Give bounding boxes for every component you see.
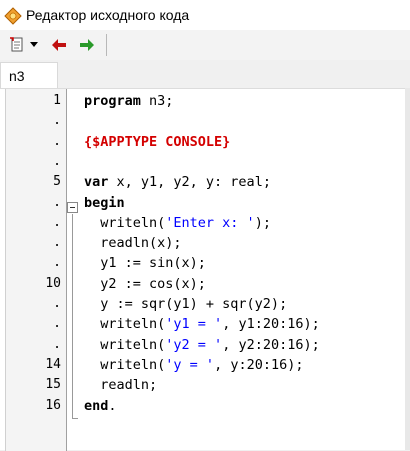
line-number-gutter: 1... 5.... 10... 14 15 16 (5, 89, 66, 451)
code-line: {$APPTYPE CONSOLE} (84, 132, 230, 152)
forward-button[interactable] (78, 35, 96, 55)
code-token: , y2:20:16); (222, 336, 320, 353)
chevron-down-icon (30, 42, 38, 47)
code-token: var (84, 174, 109, 191)
code-token: , y:20:16); (214, 356, 304, 373)
gutter-separator (66, 89, 67, 451)
code-token: {$APPTYPE CONSOLE} (84, 133, 231, 150)
arrow-left-icon (52, 39, 66, 51)
line-number: 14 (45, 356, 61, 372)
back-button[interactable] (50, 35, 68, 55)
code-token: 'Enter x: ' (165, 214, 255, 231)
code-token: writeln( (84, 214, 166, 231)
line-number: . (53, 296, 61, 311)
tab-label: n3 (9, 68, 25, 84)
line-number: . (53, 133, 61, 149)
code-token: readln; (84, 377, 158, 394)
code-token: writeln( (84, 316, 166, 333)
line-number: . (53, 255, 61, 271)
code-editor[interactable]: 1... 5.... 10... 14 15 16 program n3; {$APPTYP… (0, 88, 410, 451)
line-number: . (53, 153, 61, 169)
toolbar (0, 30, 410, 60)
code-token: readln(x); (84, 235, 182, 252)
code-line: y1 := sin(x); (84, 253, 206, 273)
new-file-icon (10, 37, 23, 52)
code-token: begin (84, 194, 125, 211)
tab-n3[interactable]: n3 (0, 62, 58, 88)
code-line: var x, y1, y2, y: real; (84, 172, 271, 192)
code-line: y2 := cos(x); (84, 274, 206, 294)
code-token: 'y1 = ' (165, 316, 223, 333)
vertical-scrollbar[interactable] (405, 88, 410, 450)
window-title: Редактор исходного кода (26, 7, 190, 23)
code-token: y := sqr(y1) + sqr(y2); (84, 296, 288, 312)
code-token: y1 := sin(x); (84, 255, 206, 272)
code-token: n3; (140, 93, 174, 109)
line-number: 5 (53, 174, 61, 190)
line-number: 15 (45, 377, 61, 393)
code-token: ); (254, 214, 271, 231)
line-number: . (53, 336, 61, 352)
title-bar: Редактор исходного кода (0, 0, 410, 30)
arrow-right-icon (80, 39, 94, 51)
new-file-dropdown-button[interactable] (8, 35, 40, 55)
code-line: writeln('y2 = ', y2:20:16); (84, 335, 320, 355)
code-line: readln(x); (84, 233, 182, 253)
code-line: begin (84, 193, 125, 213)
code-token: , y1:20:16); (222, 316, 320, 333)
code-line: writeln('y = ', y:20:16); (84, 355, 303, 375)
code-token: writeln( (84, 336, 166, 353)
code-token: 'y = ' (165, 356, 215, 373)
code-token: end (84, 397, 109, 414)
fold-toggle[interactable] (67, 202, 78, 213)
line-number: . (53, 235, 61, 251)
line-number: . (53, 316, 61, 332)
code-token: x, y1, y2, y: real; (108, 174, 271, 191)
line-number: 1 (53, 93, 61, 108)
fold-end-marker (72, 418, 78, 419)
fold-guide (72, 214, 73, 418)
code-token: y2 := cos(x); (84, 275, 206, 292)
tab-strip: n3 (0, 60, 410, 88)
line-number: . (53, 113, 61, 129)
code-token: 'y2 = ' (165, 336, 223, 353)
code-line: y := sqr(y1) + sqr(y2); (84, 294, 287, 314)
code-line: readln; (84, 375, 157, 395)
code-line: end. (84, 396, 117, 416)
toolbar-separator (106, 34, 107, 56)
code-token: writeln( (84, 356, 166, 373)
line-number: . (53, 194, 61, 210)
line-number: 10 (45, 275, 61, 291)
code-line: writeln('Enter x: '); (84, 213, 271, 233)
app-icon (4, 7, 22, 25)
code-token: program (84, 93, 141, 109)
code-line: writeln('y1 = ', y1:20:16); (84, 314, 320, 334)
code-line: program n3; (84, 91, 173, 111)
line-number: . (53, 214, 61, 230)
code-token: . (108, 397, 117, 414)
line-number: 16 (45, 397, 61, 413)
